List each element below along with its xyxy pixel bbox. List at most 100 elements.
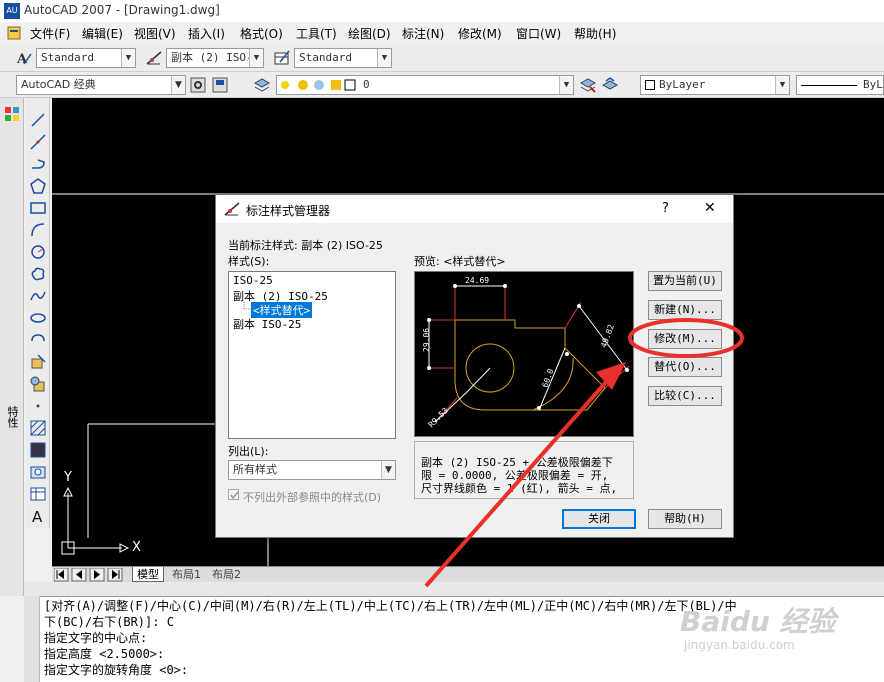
linetype-select[interactable]: ByL	[796, 75, 884, 95]
menu-tools[interactable]: 工具(T)	[296, 25, 337, 42]
table-style-icon[interactable]	[274, 50, 290, 66]
chevron-down-icon[interactable]: ▼	[775, 76, 789, 94]
description-box: 副本 (2) ISO-25 + 公差极限偏差下 限 = 0.0000, 公差极限…	[414, 441, 634, 499]
dim-style-icon[interactable]	[146, 50, 162, 66]
workspace-save-icon[interactable]	[212, 77, 228, 93]
watermark-brand: Baidu 经验	[680, 605, 836, 638]
gradient-icon[interactable]	[30, 442, 46, 458]
revision-cloud-icon[interactable]	[30, 266, 46, 282]
menu-help[interactable]: 帮助(H)	[574, 25, 616, 42]
line-icon[interactable]	[30, 112, 46, 128]
description-line: 限 = 0.0000, 公差极限偏差 = 开,	[421, 469, 609, 482]
ucs-icon	[61, 486, 130, 555]
layer-manager-icon[interactable]	[253, 77, 271, 93]
menu-format[interactable]: 格式(O)	[240, 25, 283, 42]
preview-dim-left: 29.06	[422, 328, 431, 352]
color-swatch	[645, 80, 655, 90]
insert-block-icon[interactable]	[30, 354, 46, 370]
chevron-down-icon[interactable]: ▼	[121, 49, 135, 67]
dim-style-icon	[224, 202, 240, 216]
point-icon[interactable]	[30, 398, 46, 414]
region-icon[interactable]	[30, 464, 46, 480]
rectangle-icon[interactable]	[30, 200, 46, 216]
style-list[interactable]: ISO-25 副本 (2) ISO-25 <样式替代> 副本 ISO-25	[228, 271, 396, 439]
arc-icon[interactable]	[30, 222, 46, 238]
menu-insert[interactable]: 插入(I)	[188, 25, 225, 42]
list-filter-select[interactable]: 所有样式 ▼	[228, 460, 396, 480]
layer-previous-icon[interactable]	[601, 77, 619, 93]
make-layer-current-icon[interactable]	[579, 77, 597, 93]
ellipse-arc-icon[interactable]	[30, 332, 46, 348]
palette-icon[interactable]	[4, 106, 20, 122]
list-filter-value: 所有样式	[233, 463, 277, 476]
workspace-settings-icon[interactable]	[190, 77, 206, 93]
chevron-down-icon[interactable]: ▼	[171, 76, 185, 94]
menu-file[interactable]: 文件(F)	[30, 25, 70, 42]
description-line: 尺寸界线颜色 = 1 (红), 箭头 = 点,	[421, 482, 618, 495]
compare-styles-button[interactable]: 比较(C)...	[648, 386, 722, 406]
chevron-down-icon[interactable]: ▼	[559, 76, 573, 94]
preview-dim-angle: 60.0	[541, 367, 556, 388]
close-button[interactable]: 关闭	[562, 509, 636, 529]
properties-palette[interactable]: 特性	[0, 98, 24, 596]
modify-style-button[interactable]: 修改(M)...	[648, 329, 722, 349]
list-item[interactable]: 副本 ISO-25	[233, 316, 301, 332]
set-current-button[interactable]: 置为当前(U)	[648, 271, 722, 291]
styles-toolbar: A Standard ▼ 副本 (2) ISO- ▼ Standard ▼	[0, 44, 884, 72]
polygon-icon[interactable]	[30, 178, 46, 194]
chevron-down-icon[interactable]: ▼	[381, 461, 395, 479]
help-icon[interactable]: ?	[662, 201, 669, 216]
tab-layout1[interactable]: 布局1	[168, 567, 205, 582]
document-icon[interactable]	[6, 25, 22, 41]
list-item[interactable]: ISO-25	[233, 274, 273, 287]
text-style-select[interactable]: Standard ▼	[36, 48, 136, 68]
menu-modify[interactable]: 修改(M)	[458, 25, 502, 42]
preview-dim-top: 24.69	[465, 276, 489, 285]
menu-dimension[interactable]: 标注(N)	[402, 25, 444, 42]
tab-model[interactable]: 模型	[132, 567, 164, 582]
make-block-icon[interactable]	[30, 376, 46, 392]
ellipse-icon[interactable]	[30, 310, 46, 326]
polyline-icon[interactable]	[30, 156, 46, 172]
checkmark-icon	[230, 491, 239, 500]
xref-checkbox[interactable]	[228, 489, 239, 500]
svg-text:A: A	[16, 52, 28, 66]
layer-select[interactable]: 0 ▼	[276, 75, 574, 95]
chevron-down-icon[interactable]: ▼	[249, 49, 263, 67]
layer-state-icons[interactable]	[279, 77, 359, 93]
construction-line-icon[interactable]	[30, 134, 46, 150]
hatch-icon[interactable]	[30, 420, 46, 436]
description-line: 副本 (2) ISO-25 + 公差极限偏差下	[421, 456, 613, 469]
command-window-handle[interactable]	[24, 596, 40, 682]
override-style-button[interactable]: 替代(O)...	[648, 357, 722, 377]
xref-checkbox-label: 不列出外部参照中的样式(D)	[243, 491, 382, 504]
menu-edit[interactable]: 编辑(E)	[82, 25, 123, 42]
palette-title: 特性	[6, 406, 19, 428]
menu-draw[interactable]: 绘图(D)	[348, 25, 391, 42]
preview-label: 预览: <样式替代>	[414, 255, 506, 268]
table-style-select[interactable]: Standard ▼	[294, 48, 392, 68]
chevron-down-icon[interactable]: ▼	[377, 49, 391, 67]
tab-layout2[interactable]: 布局2	[208, 567, 245, 582]
workspace-select[interactable]: AutoCAD 经典 ▼	[16, 75, 186, 95]
dim-style-manager-dialog: 标注样式管理器 ? ✕ 当前标注样式: 副本 (2) ISO-25 样式(S):…	[215, 194, 734, 538]
close-icon[interactable]: ✕	[704, 200, 716, 216]
help-button[interactable]: 帮助(H)	[648, 509, 722, 529]
ucs-y-label: Y	[64, 470, 72, 485]
watermark-url: jingyan.baidu.com	[684, 638, 795, 652]
new-style-button[interactable]: 新建(N)...	[648, 300, 722, 320]
text-style-icon[interactable]: A	[16, 50, 32, 67]
styles-label: 样式(S):	[228, 255, 270, 268]
dim-style-select[interactable]: 副本 (2) ISO- ▼	[166, 48, 264, 68]
color-select[interactable]: ByLayer ▼	[640, 75, 790, 95]
circle-icon[interactable]	[30, 244, 46, 260]
multiline-text-icon[interactable]: A	[30, 508, 46, 524]
command-splitter[interactable]	[24, 582, 884, 596]
menu-bar: 文件(F) 编辑(E) 视图(V) 插入(I) 格式(O) 工具(T) 绘图(D…	[0, 22, 884, 44]
menu-window[interactable]: 窗口(W)	[516, 25, 561, 42]
tab-nav-arrows[interactable]	[54, 568, 126, 582]
spline-icon[interactable]	[30, 288, 46, 304]
command-history-line: 指定文字的旋转角度 <0>:	[44, 663, 189, 677]
table-icon[interactable]	[30, 486, 46, 502]
menu-view[interactable]: 视图(V)	[134, 25, 176, 42]
